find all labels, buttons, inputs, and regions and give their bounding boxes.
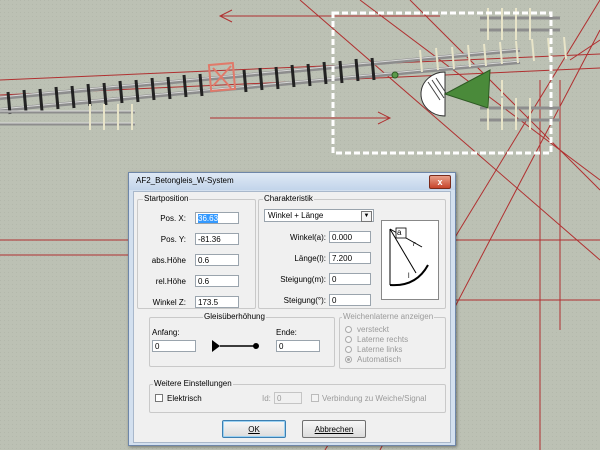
elektrisch-checkbox[interactable] bbox=[155, 394, 163, 402]
diagram-a-label: a bbox=[397, 228, 402, 237]
ok-button-label: OK bbox=[248, 425, 260, 434]
gleisueberhoehung-title: Gleisüberhöhung bbox=[203, 312, 266, 321]
dialog-titlebar[interactable]: AF2_Betongleis_W-System x bbox=[129, 173, 455, 190]
pos-x-input[interactable]: 36.63 bbox=[195, 212, 239, 224]
chevron-down-icon[interactable]: ▼ bbox=[361, 211, 372, 222]
track-properties-dialog: AF2_Betongleis_W-System x Startposition … bbox=[128, 172, 456, 446]
option-laterne-rechts-label: Laterne rechts bbox=[357, 335, 409, 344]
gleisueberhoehung-group: Gleisüberhöhung Anfang: 0 Ende: 0 bbox=[149, 312, 335, 367]
dialog-title: AF2_Betongleis_W-System bbox=[136, 176, 234, 185]
abs-hoehe-label: abs.Höhe bbox=[151, 256, 186, 265]
winkel-label: Winkel(a): bbox=[289, 233, 326, 242]
charakteristik-title: Charakteristik bbox=[263, 194, 314, 203]
winkel-input[interactable]: 0.000 bbox=[329, 231, 371, 243]
close-button[interactable]: x bbox=[429, 175, 451, 189]
steigung-m-input[interactable]: 0 bbox=[329, 273, 371, 285]
pos-y-input[interactable]: -81.36 bbox=[195, 233, 239, 245]
dialog-body: Startposition Pos. X: 36.63 Pos. Y: -81.… bbox=[133, 191, 451, 443]
close-icon: x bbox=[437, 177, 443, 187]
anfang-input[interactable]: 0 bbox=[152, 340, 196, 352]
weitere-group: Weitere Einstellungen Elektrisch Id: 0 V… bbox=[149, 379, 446, 413]
id-label: Id: bbox=[262, 394, 271, 403]
elektrisch-label: Elektrisch bbox=[167, 394, 202, 403]
option-versteckt-label: versteckt bbox=[357, 325, 390, 334]
laenge-input[interactable]: 7.200 bbox=[329, 252, 371, 264]
steigung-deg-input[interactable]: 0 bbox=[329, 294, 371, 306]
option-laterne-links-label: Laterne links bbox=[357, 345, 403, 354]
rel-hoehe-label: rel.Höhe bbox=[155, 277, 186, 286]
laenge-label: Länge(l): bbox=[294, 254, 326, 263]
diagram-r-label: r bbox=[413, 241, 416, 248]
mode-select-value: Winkel + Länge bbox=[268, 211, 324, 220]
id-input[interactable]: 0 bbox=[274, 392, 302, 404]
option-automatisch-label: Automatisch bbox=[357, 355, 402, 364]
weitere-title: Weitere Einstellungen bbox=[153, 379, 233, 388]
weichenlaterne-group: Weichenlaterne anzeigen versteckt Latern… bbox=[339, 312, 446, 369]
radio-laterne-rechts[interactable] bbox=[345, 336, 352, 343]
startposition-group: Startposition Pos. X: 36.63 Pos. Y: -81.… bbox=[137, 194, 256, 309]
winkel-z-label: Winkel Z: bbox=[152, 298, 186, 307]
ende-label: Ende: bbox=[276, 328, 297, 337]
diagram-l-label: l bbox=[408, 273, 410, 280]
verbindung-checkbox[interactable] bbox=[311, 394, 319, 402]
abs-hoehe-input[interactable]: 0.6 bbox=[195, 254, 239, 266]
steigung-deg-label: Steigung(°): bbox=[283, 296, 326, 305]
pos-y-label: Pos. Y: bbox=[160, 235, 186, 244]
mode-select[interactable]: Winkel + Länge ▼ bbox=[264, 209, 374, 222]
radio-versteckt[interactable] bbox=[345, 326, 352, 333]
startposition-title: Startposition bbox=[143, 194, 190, 203]
curve-diagram: a r l bbox=[381, 220, 439, 300]
charakteristik-group: Charakteristik Winkel + Länge ▼ Winkel(a… bbox=[258, 194, 446, 309]
pos-x-label: Pos. X: bbox=[160, 214, 186, 223]
weichenlaterne-title: Weichenlaterne anzeigen bbox=[342, 312, 435, 321]
superelevation-icon bbox=[212, 340, 259, 352]
radio-automatisch[interactable] bbox=[345, 356, 352, 363]
winkel-z-input[interactable]: 173.5 bbox=[195, 296, 239, 308]
cancel-button-label: Abbrechen bbox=[314, 425, 354, 434]
ende-input[interactable]: 0 bbox=[276, 340, 320, 352]
ok-button[interactable]: OK bbox=[222, 420, 286, 438]
rel-hoehe-input[interactable]: 0.6 bbox=[195, 275, 239, 287]
cancel-button[interactable]: Abbrechen bbox=[302, 420, 366, 438]
radio-laterne-links[interactable] bbox=[345, 346, 352, 353]
steigung-m-label: Steigung(m): bbox=[280, 275, 326, 284]
curve-diagram-icon bbox=[389, 227, 429, 287]
verbindung-label: Verbindung zu Weiche/Signal bbox=[322, 394, 427, 403]
anfang-label: Anfang: bbox=[152, 328, 180, 337]
